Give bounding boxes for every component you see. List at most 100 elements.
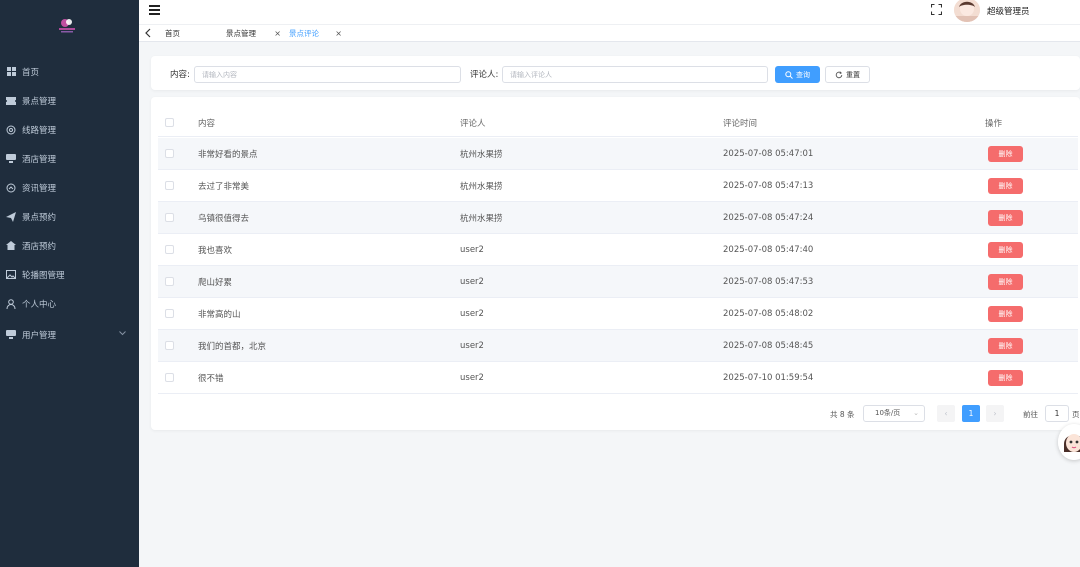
search-panel: 内容: 评论人: 查询 重置 xyxy=(151,56,1080,90)
cell-time: 2025-07-08 05:47:01 xyxy=(723,148,814,159)
search-button[interactable]: 查询 xyxy=(775,66,820,83)
sidebar-item-scenic-booking[interactable]: 景点预约 xyxy=(0,202,139,231)
header-actions: 操作 xyxy=(985,118,1003,129)
tab-home[interactable]: 首页 xyxy=(159,26,217,41)
username-label[interactable]: 超级管理员 xyxy=(987,5,1030,17)
delete-button-wrap: 删除 xyxy=(988,298,1023,329)
cell-content: 去过了非常美 xyxy=(198,181,250,192)
cell-time: 2025-07-08 05:48:45 xyxy=(723,340,814,351)
sidebar-item-news[interactable]: 资讯管理 xyxy=(0,173,139,202)
sidebar-item-home[interactable]: 首页 xyxy=(0,57,139,86)
fullscreen-icon[interactable] xyxy=(930,3,943,16)
cell-time: 2025-07-08 05:48:02 xyxy=(723,308,814,319)
sidebar-item-label: 首页 xyxy=(22,67,40,78)
goto-page-input[interactable]: 1 xyxy=(1045,405,1069,422)
commenter-label: 评论人: xyxy=(470,70,499,80)
user-icon xyxy=(6,298,16,309)
search-button-label: 查询 xyxy=(796,70,810,79)
news-icon xyxy=(6,183,16,193)
table-row: 很不错 user2 2025-07-10 01:59:54 删除 xyxy=(158,362,1078,394)
top-header: 超级管理员 xyxy=(139,0,1080,24)
cell-content: 非常高的山 xyxy=(198,309,241,320)
chevron-right-icon: › xyxy=(993,409,997,418)
cell-content: 我也喜欢 xyxy=(198,245,233,256)
delete-button[interactable]: 删除 xyxy=(988,305,1023,322)
table-row: 非常高的山 user2 2025-07-08 05:48:02 删除 xyxy=(158,298,1078,330)
cell-commenter: 杭州水果捞 xyxy=(460,149,503,160)
avatar[interactable] xyxy=(954,0,980,22)
cell-content: 乌镇很值得去 xyxy=(198,213,250,224)
row-checkbox[interactable] xyxy=(165,202,174,233)
cell-commenter: user2 xyxy=(460,276,484,287)
pagination-total: 共 8 条 xyxy=(830,410,855,419)
sidebar-item-profile[interactable]: 个人中心 xyxy=(0,289,139,318)
menu-toggle-icon[interactable] xyxy=(149,5,160,15)
row-checkbox[interactable] xyxy=(165,362,174,393)
sidebar-item-label: 轮播图管理 xyxy=(22,270,65,281)
row-checkbox[interactable] xyxy=(165,234,174,265)
sidebar-item-label: 酒店管理 xyxy=(22,154,57,165)
monitor-icon xyxy=(6,330,16,340)
prev-page-button[interactable]: ‹ xyxy=(937,405,955,422)
image-icon xyxy=(6,270,16,280)
sidebar-item-scenic[interactable]: 景点管理 xyxy=(0,86,139,115)
close-icon[interactable]: × xyxy=(335,26,342,41)
page-number-1[interactable]: 1 xyxy=(962,405,980,422)
sidebar-item-label: 景点预约 xyxy=(22,212,57,223)
assistant-avatar[interactable] xyxy=(1058,424,1080,460)
close-icon[interactable]: × xyxy=(274,26,281,41)
row-checkbox[interactable] xyxy=(165,266,174,297)
delete-button[interactable]: 删除 xyxy=(988,177,1023,194)
cell-time: 2025-07-08 05:47:40 xyxy=(723,244,814,255)
delete-button[interactable]: 删除 xyxy=(988,241,1023,258)
sidebar-item-hotel-booking[interactable]: 酒店预约 xyxy=(0,231,139,260)
search-icon xyxy=(785,70,793,79)
sidebar-item-carousel[interactable]: 轮播图管理 xyxy=(0,260,139,289)
table-row: 爬山好累 user2 2025-07-08 05:47:53 删除 xyxy=(158,266,1078,298)
reset-button-label: 重置 xyxy=(846,70,860,79)
delete-button-wrap: 删除 xyxy=(988,330,1023,361)
tabs-bar: 首页 景点管理 × 景点评论 × xyxy=(139,24,1080,42)
delete-button[interactable]: 删除 xyxy=(988,369,1023,386)
sidebar-item-label: 酒店预约 xyxy=(22,241,57,252)
sidebar-item-label: 用户管理 xyxy=(22,330,57,341)
table-row: 去过了非常美 杭州水果捞 2025-07-08 05:47:13 删除 xyxy=(158,170,1078,202)
sidebar-item-users[interactable]: 用户管理 xyxy=(0,320,139,349)
dashboard-icon xyxy=(6,67,16,77)
page-size-select[interactable]: 10条/页 ⌄ xyxy=(863,405,925,422)
row-checkbox[interactable] xyxy=(165,170,174,201)
delete-button-wrap: 删除 xyxy=(988,234,1023,265)
cell-content: 很不错 xyxy=(198,373,224,384)
content-search-input[interactable] xyxy=(194,66,461,83)
cell-commenter: user2 xyxy=(460,340,484,351)
cell-time: 2025-07-08 05:47:53 xyxy=(723,276,814,287)
delete-button[interactable]: 删除 xyxy=(988,145,1023,162)
tab-scenic-management[interactable]: 景点管理 × xyxy=(220,26,285,41)
delete-button[interactable]: 删除 xyxy=(988,337,1023,354)
ticket-icon xyxy=(6,96,16,106)
tab-label: 首页 xyxy=(165,29,180,38)
delete-button[interactable]: 删除 xyxy=(988,273,1023,290)
sidebar-item-label: 景点管理 xyxy=(22,96,57,107)
next-page-button[interactable]: › xyxy=(986,405,1004,422)
sidebar-item-label: 线路管理 xyxy=(22,125,57,136)
delete-button[interactable]: 删除 xyxy=(988,209,1023,226)
table-header: 内容 评论人 评论时间 操作 xyxy=(158,109,1078,137)
cell-commenter: user2 xyxy=(460,372,484,383)
header-content: 内容 xyxy=(198,118,216,129)
delete-button-wrap: 删除 xyxy=(988,202,1023,233)
reset-button[interactable]: 重置 xyxy=(825,66,870,83)
commenter-search-input[interactable] xyxy=(502,66,768,83)
row-checkbox[interactable] xyxy=(165,298,174,329)
row-checkbox[interactable] xyxy=(165,138,174,169)
sidebar-item-route[interactable]: 线路管理 xyxy=(0,115,139,144)
tab-scenic-comments[interactable]: 景点评论 × xyxy=(283,26,346,41)
row-checkbox[interactable] xyxy=(165,330,174,361)
sidebar-item-hotel[interactable]: 酒店管理 xyxy=(0,144,139,173)
header-time: 评论时间 xyxy=(723,118,758,129)
cell-content: 爬山好累 xyxy=(198,277,233,288)
table-row: 我们的首都，北京 user2 2025-07-08 05:48:45 删除 xyxy=(158,330,1078,362)
select-all-checkbox[interactable] xyxy=(165,109,174,136)
chevron-left-icon[interactable] xyxy=(143,27,153,39)
chevron-down-icon xyxy=(119,329,126,339)
